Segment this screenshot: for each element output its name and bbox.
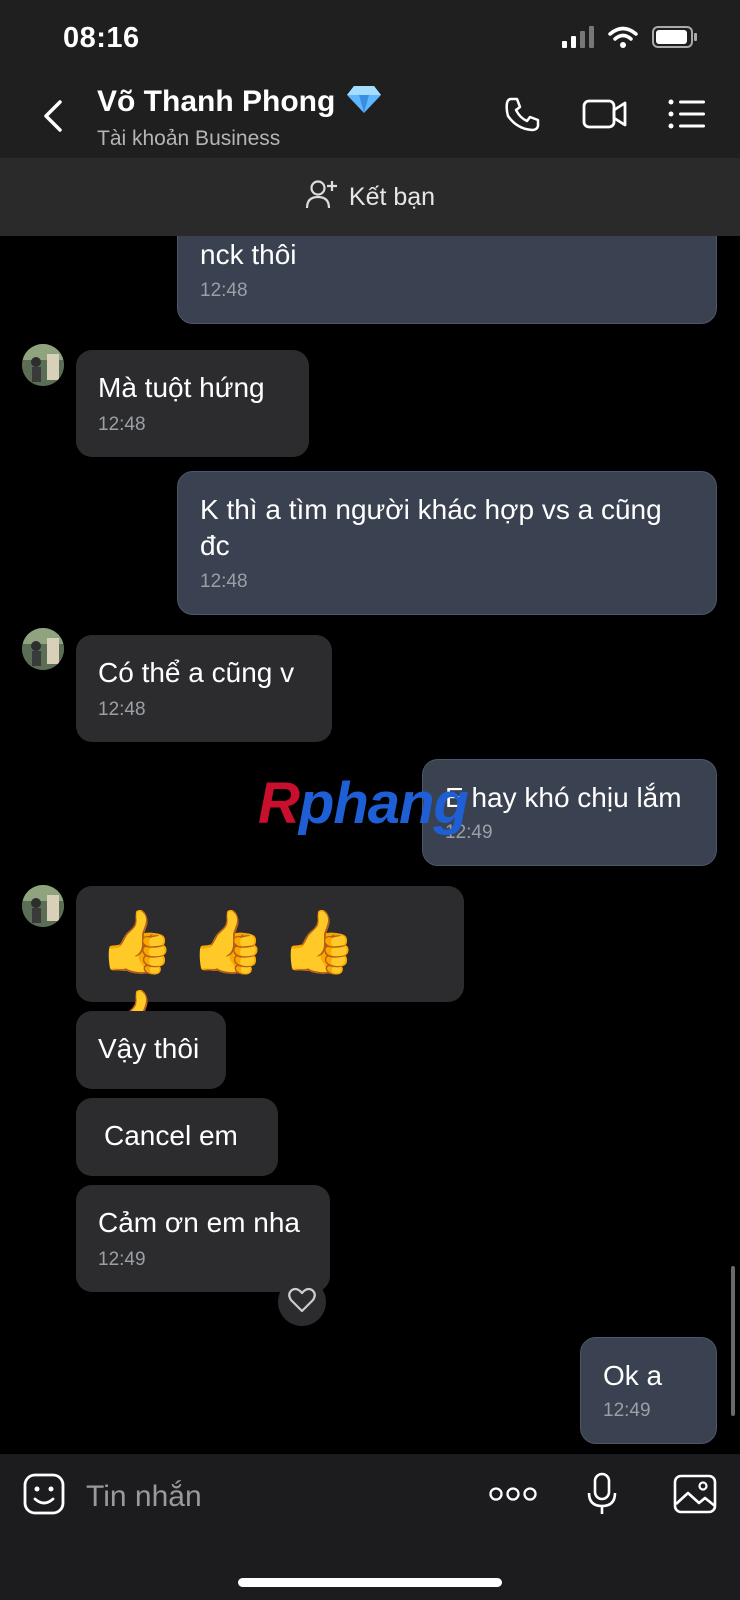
message-time: 12:49: [98, 1249, 146, 1270]
message-text: Có thể a cũng v: [98, 657, 295, 688]
home-indicator[interactable]: [238, 1578, 502, 1587]
message-text: nck thôi: [200, 239, 297, 270]
scrollbar[interactable]: [731, 1266, 735, 1416]
add-friend-label: Kết bạn: [348, 182, 436, 211]
call-button[interactable]: [500, 94, 544, 138]
more-options-button[interactable]: [488, 1474, 538, 1518]
message-bubble-incoming-emoji[interactable]: 👍👍👍👍: [76, 886, 464, 1058]
wifi-icon: [608, 26, 638, 53]
back-chevron-icon: [36, 100, 72, 142]
more-icon: [489, 1486, 537, 1507]
chat-header: Võ Thanh Phong Tài khoản Business: [0, 80, 740, 158]
message-bubble-incoming[interactable]: Cảm ơn em nha 12:49: [76, 1185, 330, 1292]
video-call-icon: [582, 96, 628, 137]
contact-name: Võ Thanh Phong: [97, 84, 336, 118]
message-bubble-incoming[interactable]: Cancel em: [76, 1098, 278, 1176]
back-button[interactable]: [36, 94, 72, 138]
message-time: 12:49: [603, 1400, 651, 1421]
image-picker-button[interactable]: [672, 1474, 718, 1518]
message-input[interactable]: [84, 1474, 458, 1520]
avatar[interactable]: [22, 885, 64, 927]
avatar[interactable]: [22, 628, 64, 670]
message-text: Cancel em: [104, 1120, 238, 1151]
sticker-button[interactable]: [22, 1473, 66, 1520]
voice-message-button[interactable]: [584, 1472, 620, 1521]
message-bubble-outgoing[interactable]: nck thôi 12:48: [177, 236, 717, 324]
status-time: 08:16: [63, 22, 140, 54]
status-bar: 08:16: [0, 0, 740, 80]
add-friend-button[interactable]: Kết bạn: [0, 158, 740, 236]
watermark-logo: Rphang: [258, 771, 469, 836]
battery-icon: [652, 26, 698, 53]
message-bubble-incoming[interactable]: Có thể a cũng v 12:48: [76, 635, 332, 742]
menu-list-icon: [668, 98, 706, 135]
sticker-icon: [23, 1473, 65, 1520]
image-icon: [673, 1474, 717, 1519]
react-heart-button[interactable]: [278, 1278, 326, 1326]
add-friend-icon: [305, 178, 339, 217]
heart-icon: [288, 1287, 316, 1318]
message-text: E hay khó chịu lắm: [445, 782, 682, 813]
phone-icon: [502, 94, 542, 139]
account-type-label: Tài khoản Business: [97, 127, 281, 150]
contact-name-row[interactable]: Võ Thanh Phong: [97, 84, 382, 122]
video-call-button[interactable]: [580, 94, 630, 138]
message-text: K thì a tìm người khác hợp vs a cũng đc: [200, 494, 662, 561]
microphone-icon: [586, 1472, 618, 1521]
message-text: Ok a: [603, 1360, 663, 1391]
message-time: 12:48: [200, 571, 248, 592]
menu-button[interactable]: [666, 94, 708, 138]
message-time: 12:48: [200, 280, 248, 301]
cellular-signal-icon: [562, 26, 594, 53]
status-icons: [562, 26, 698, 53]
message-text: Cảm ơn em nha: [98, 1207, 301, 1238]
message-bubble-incoming[interactable]: Mà tuột hứng 12:48: [76, 350, 309, 457]
message-time: 12:48: [98, 414, 146, 435]
message-text: Mà tuột hứng: [98, 372, 265, 403]
message-text: Vậy thôi: [98, 1033, 200, 1064]
message-bubble-outgoing[interactable]: Ok a 12:49: [580, 1337, 717, 1444]
message-time: 12:48: [98, 699, 146, 720]
message-bubble-incoming[interactable]: Vậy thôi: [76, 1011, 226, 1089]
avatar[interactable]: [22, 344, 64, 386]
message-bubble-outgoing[interactable]: K thì a tìm người khác hợp vs a cũng đc …: [177, 471, 717, 615]
message-list[interactable]: nck thôi 12:48 Mà tuột hứng 12:48 K thì …: [0, 236, 740, 1454]
diamond-badge-icon: [346, 84, 382, 122]
